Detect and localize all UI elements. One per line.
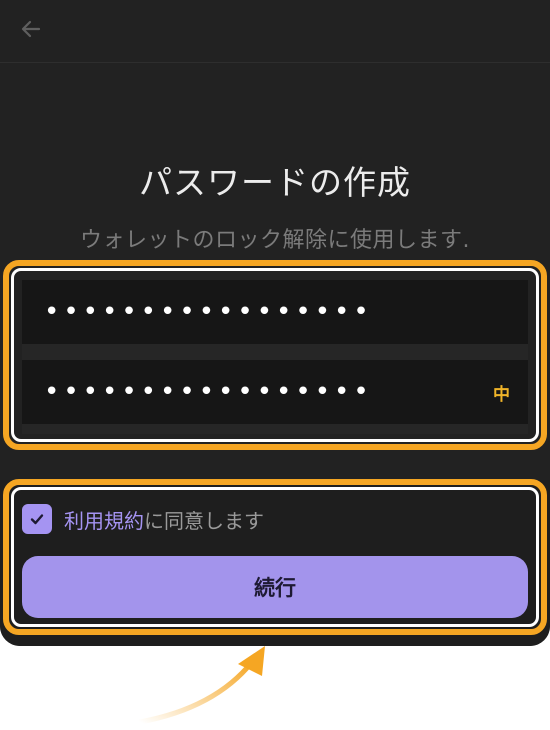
top-bar xyxy=(0,0,550,63)
terms-agreement-text: 利用規約に同意します xyxy=(64,505,264,534)
back-button[interactable] xyxy=(14,12,48,46)
terms-agreement-row: 利用規約に同意します xyxy=(22,502,264,536)
field-divider xyxy=(22,344,528,360)
checkmark-icon xyxy=(30,514,44,525)
screenshot-stage: パスワードの作成 ウォレットのロック解除に使用します. 中 利用規約に同意します… xyxy=(0,0,550,730)
continue-button[interactable]: 続行 xyxy=(22,556,528,618)
terms-link[interactable]: 利用規約 xyxy=(64,509,144,533)
password-fields-group: 中 xyxy=(22,280,528,434)
terms-checkbox[interactable] xyxy=(22,504,52,534)
page-title: パスワードの作成 xyxy=(139,163,411,202)
terms-agreement-suffix: に同意します xyxy=(144,508,264,533)
wallet-window: パスワードの作成 ウォレットのロック解除に使用します. 中 利用規約に同意します… xyxy=(0,0,550,646)
field-divider-bottom xyxy=(22,424,528,434)
page-subtitle: ウォレットのロック解除に使用します. xyxy=(80,228,470,253)
confirm-password-input[interactable] xyxy=(44,372,485,412)
password-input[interactable] xyxy=(44,292,510,332)
password-field xyxy=(22,280,528,344)
arrow-left-icon xyxy=(21,20,41,38)
confirm-password-field: 中 xyxy=(22,360,528,424)
password-strength-badge: 中 xyxy=(493,384,510,405)
